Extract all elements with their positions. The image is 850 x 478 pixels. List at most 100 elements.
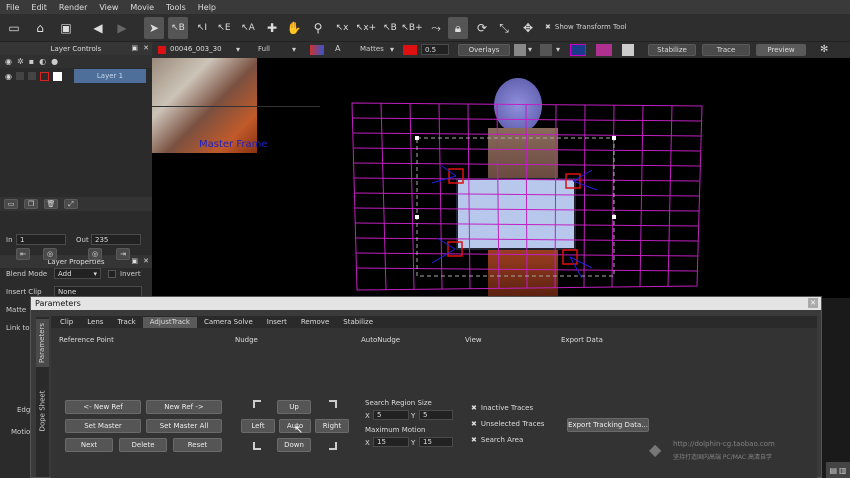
track-color-icon[interactable] [570,44,586,56]
search-region-x-field[interactable]: 5 [373,410,409,420]
add-b-plus-icon[interactable]: ↖B+ [401,17,422,39]
select-a-icon[interactable]: ↖A [238,17,258,39]
undo-icon[interactable]: ◀ [88,17,108,39]
layer-name[interactable]: Layer 1 [73,69,146,83]
grid-option-icon[interactable] [540,44,552,56]
matte-color-icon[interactable] [403,45,417,55]
settings-icon[interactable]: ✻ [820,44,828,55]
trash-icon[interactable]: 🗑︎ [44,199,58,209]
in-field[interactable]: 1 [16,234,66,245]
next-button[interactable]: Next [65,438,113,452]
nudge-left-button[interactable]: Left [241,419,275,433]
menu-movie[interactable]: Movie [124,3,160,12]
search-area-checkbox[interactable]: ✖ Search Area [471,436,523,444]
chevron-down-icon[interactable]: ▾ [390,45,394,54]
goto-out-icon[interactable]: ◎ [88,248,102,260]
track-fill-icon[interactable] [596,44,612,56]
goto-in-icon[interactable]: ◎ [43,248,57,260]
chevron-down-icon[interactable]: ▾ [292,45,296,54]
side-tab-parameters[interactable]: Parameters [36,319,49,367]
rotate-icon[interactable]: ⟳ [472,17,492,39]
set-master-all-button[interactable]: Set Master All [146,419,222,433]
select-arrow-icon[interactable]: ➤ [144,17,164,39]
tab-insert[interactable]: Insert [260,317,294,328]
channel-icon[interactable] [310,45,324,55]
nudge-up-button[interactable]: Up [277,400,311,414]
new-ref-next-button[interactable]: New Ref -> [146,400,222,414]
select-b-icon[interactable]: ↖B [168,17,188,39]
clip-select[interactable]: 00046_003_30 [170,45,222,53]
tab-track[interactable]: Track [110,317,142,328]
tab-clip[interactable]: Clip [53,317,80,328]
lock-icon[interactable]: 🔒︎ [448,17,468,39]
move-icon[interactable]: ✥ [518,17,538,39]
menu-render[interactable]: Render [53,3,93,12]
blend-mode-select[interactable]: Add ▾ [54,268,101,279]
lock-toggle-icon[interactable] [27,72,36,80]
record-icon[interactable] [158,46,166,54]
close-icon[interactable]: ✕ [143,44,149,52]
tab-remove[interactable]: Remove [294,317,336,328]
add-x-icon[interactable]: ↖x [332,17,352,39]
add-layer-icon[interactable]: ▭ [4,199,18,209]
stabilize-button[interactable]: Stabilize [648,44,696,56]
add-point-icon[interactable]: ✚ [262,17,282,39]
alpha-icon[interactable]: A [335,44,340,53]
tray-icon[interactable]: ▥ [839,466,847,475]
close-icon[interactable]: ✕ [808,298,818,308]
save-icon[interactable]: ▣ [56,17,76,39]
select-e-icon[interactable]: ↖E [214,17,234,39]
select-i-icon[interactable]: ↖I [192,17,212,39]
mattes-select[interactable]: Mattes [360,45,384,53]
expand-icon[interactable]: ⤢ [64,199,78,209]
new-ref-prev-button[interactable]: <- New Ref [65,400,141,414]
trace-button[interactable]: Trace [702,44,750,56]
chevron-down-icon[interactable]: ▾ [556,45,560,54]
close-icon[interactable]: ✕ [143,257,149,265]
nudge-right-button[interactable]: Right [315,419,349,433]
out-field[interactable]: 235 [91,234,141,245]
redo-icon[interactable]: ▶ [112,17,132,39]
tab-camera-solve[interactable]: Camera Solve [197,317,260,328]
set-out-icon[interactable]: ⇥ [116,248,130,260]
mask-toggle-icon[interactable] [39,71,49,81]
tab-adjusttrack[interactable]: AdjustTrack [142,316,197,328]
export-tracking-data-button[interactable]: Export Tracking Data... [567,418,649,432]
inactive-traces-checkbox[interactable]: ✖ Inactive Traces [471,404,533,412]
resolution-select[interactable]: Full [258,45,270,53]
float-icon[interactable]: ▣ [131,44,138,52]
scale-icon[interactable]: ⤡ [494,17,514,39]
new-file-icon[interactable]: ▭ [4,17,24,39]
chevron-down-icon[interactable]: ▾ [236,45,240,54]
opacity-field[interactable]: 0.5 [421,44,449,55]
duplicate-layer-icon[interactable]: ❐ [24,199,38,209]
delete-button[interactable]: Delete [119,438,167,452]
chevron-down-icon[interactable]: ▾ [528,45,532,54]
set-master-button[interactable]: Set Master [65,419,141,433]
nudge-down-button[interactable]: Down [277,438,311,452]
unselected-traces-checkbox[interactable]: ✖ Unselected Traces [471,420,544,428]
tab-stabilize[interactable]: Stabilize [336,317,380,328]
curve-tool-icon[interactable]: ⤳ [426,17,446,39]
float-icon[interactable]: ▣ [131,257,138,265]
hand-icon[interactable]: ✋ [284,17,304,39]
set-in-icon[interactable]: ⇤ [16,248,30,260]
side-tab-dope-sheet[interactable]: Dope Sheet [36,387,49,435]
invert-checkbox[interactable] [108,270,116,278]
add-b-icon[interactable]: ↖B [380,17,400,39]
menu-help[interactable]: Help [192,3,222,12]
add-x-plus-icon[interactable]: ↖x+ [356,17,376,39]
overlay-option-icon[interactable] [514,44,526,56]
layer-color-swatch[interactable] [52,71,62,81]
menu-edit[interactable]: Edit [25,3,53,12]
tab-lens[interactable]: Lens [80,317,110,328]
viewer-canvas[interactable]: Master Frame [152,58,850,298]
overlays-button[interactable]: Overlays [458,44,510,56]
layer-row[interactable]: ◉ Layer 1 [0,68,152,84]
menu-view[interactable]: View [93,3,124,12]
zoom-icon[interactable]: ⚲ [308,17,328,39]
max-motion-x-field[interactable]: 15 [373,437,409,447]
menu-tools[interactable]: Tools [160,3,192,12]
menu-file[interactable]: File [0,3,25,12]
reset-button[interactable]: Reset [173,438,222,452]
